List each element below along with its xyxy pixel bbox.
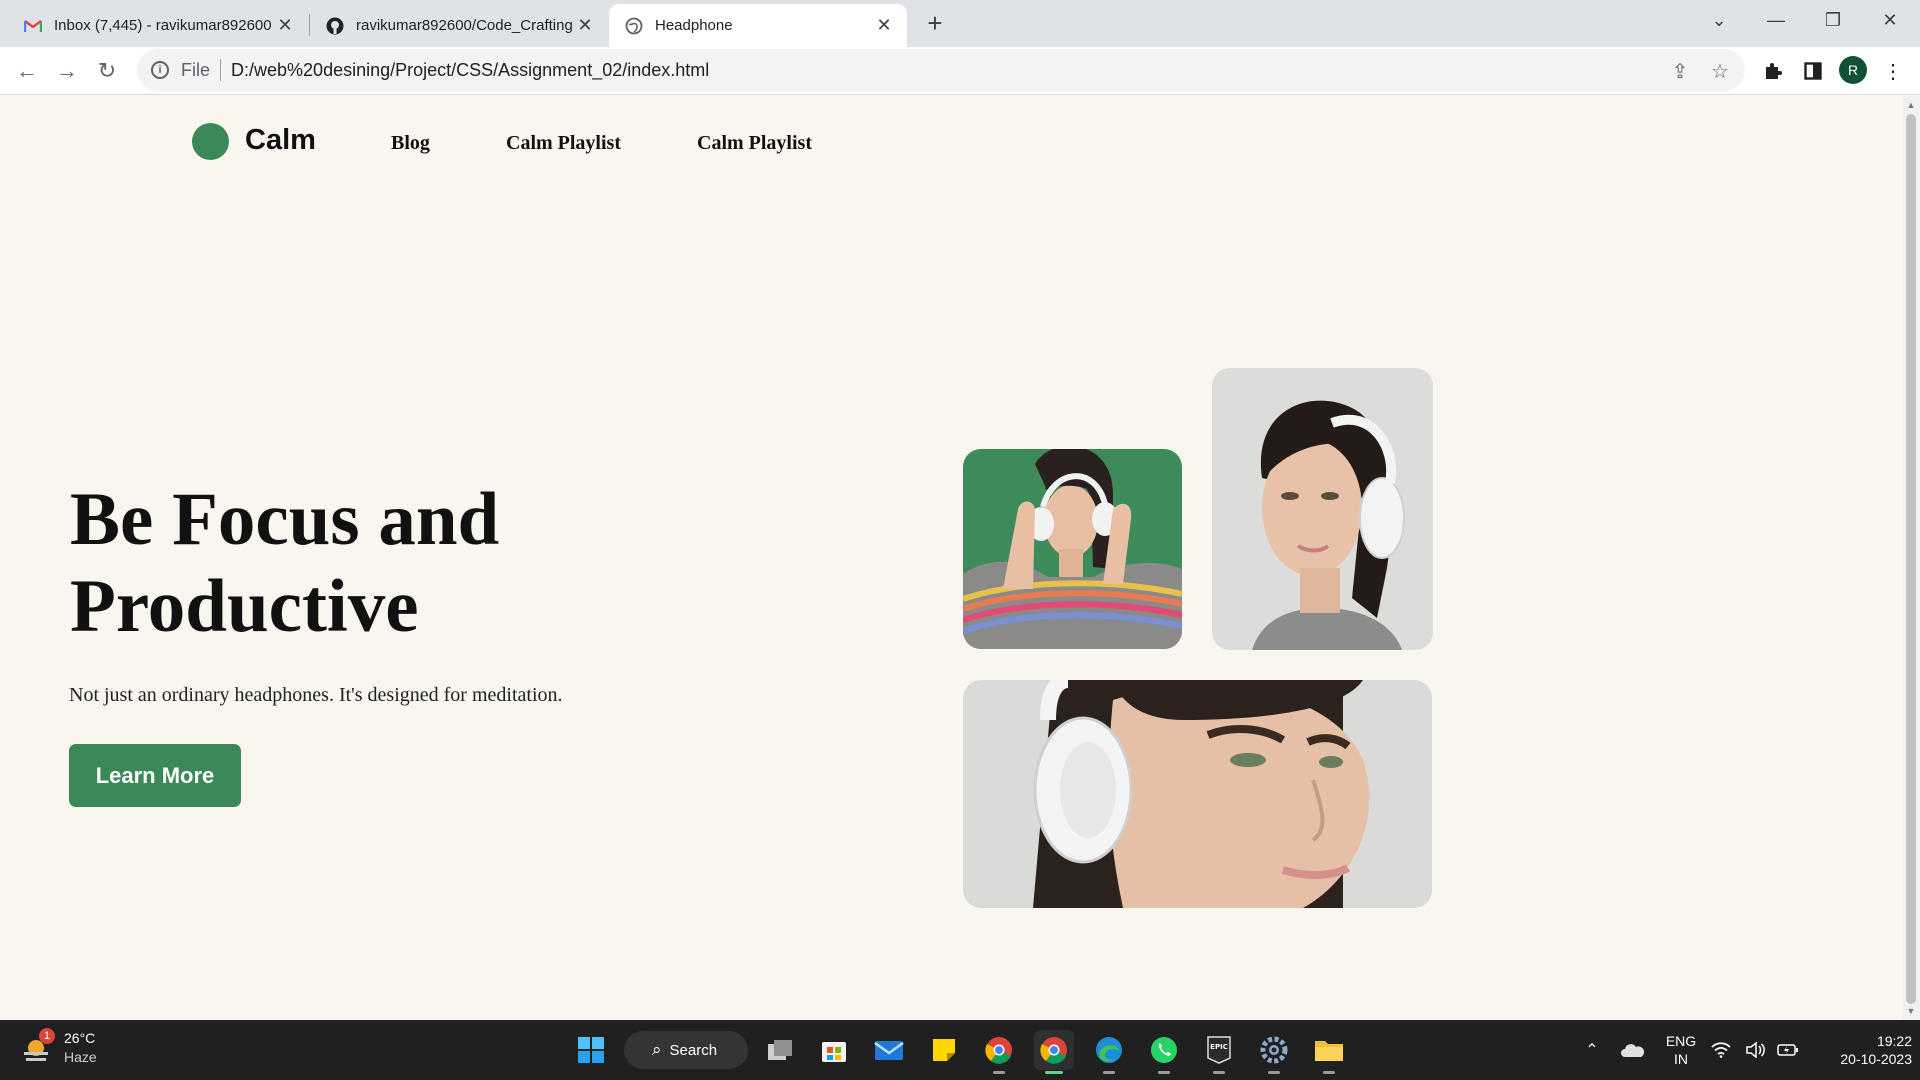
profile-avatar[interactable]: R bbox=[1839, 56, 1867, 84]
microsoft-store-icon[interactable] bbox=[814, 1030, 854, 1070]
headphone-photo-portrait bbox=[1212, 368, 1433, 650]
hero-title-line: Be Focus and bbox=[70, 478, 500, 561]
learn-more-button[interactable]: Learn More bbox=[69, 744, 241, 807]
tab-title: Headphone bbox=[655, 17, 733, 34]
globe-icon bbox=[625, 17, 643, 35]
web-page: Calm Blog Calm Playlist Calm Playlist Be… bbox=[0, 96, 1902, 1020]
nav-link-blog[interactable]: Blog bbox=[391, 132, 430, 155]
tab-strip: Inbox (7,445) - ravikumar892600 ✕ raviku… bbox=[0, 0, 1920, 47]
headphone-photo-closeup bbox=[963, 680, 1432, 908]
running-indicator bbox=[1213, 1071, 1225, 1074]
language-code: ENG bbox=[1665, 1033, 1697, 1049]
whatsapp-icon[interactable] bbox=[1144, 1030, 1184, 1074]
search-label: Search bbox=[669, 1041, 718, 1059]
new-tab-button[interactable]: + bbox=[920, 8, 950, 38]
clock[interactable]: 19:22 20-10-2023 bbox=[1812, 1032, 1912, 1068]
running-indicator bbox=[1158, 1071, 1170, 1074]
side-panel-icon[interactable] bbox=[1797, 55, 1829, 87]
wifi-icon[interactable] bbox=[1708, 1030, 1734, 1070]
running-indicator bbox=[993, 1071, 1005, 1074]
tab-headphone[interactable]: Headphone ✕ bbox=[609, 4, 907, 47]
weather-badge: 1 bbox=[39, 1028, 55, 1044]
active-indicator bbox=[1045, 1071, 1063, 1074]
language-region: IN bbox=[1674, 1051, 1688, 1067]
sticky-notes-icon[interactable] bbox=[924, 1030, 964, 1070]
hero-title-line: Productive bbox=[70, 565, 419, 648]
file-explorer-icon[interactable] bbox=[1309, 1030, 1349, 1074]
svg-text:EPIC: EPIC bbox=[1210, 1043, 1228, 1051]
onedrive-cloud-icon[interactable] bbox=[1612, 1030, 1652, 1070]
settings-gear-icon[interactable] bbox=[1254, 1030, 1294, 1074]
search-icon: ⌕ bbox=[652, 1040, 662, 1059]
weather-temp: 26°C bbox=[64, 1030, 96, 1046]
gmail-icon bbox=[24, 17, 42, 35]
chrome-profile-icon[interactable] bbox=[979, 1030, 1019, 1074]
site-info-icon[interactable]: i bbox=[151, 61, 169, 79]
hero-title: Be Focus and Productive bbox=[70, 476, 750, 650]
address-bar[interactable]: i File D:/web%20desining/Project/CSS/Ass… bbox=[137, 49, 1745, 91]
language-indicator[interactable]: ENG IN bbox=[1663, 1032, 1699, 1068]
tab-search-icon[interactable]: ⌄ bbox=[1691, 0, 1747, 40]
weather-widget[interactable]: 1 26°C Haze bbox=[22, 1028, 142, 1072]
running-indicator bbox=[1268, 1071, 1280, 1074]
share-icon[interactable]: ⇪ bbox=[1667, 58, 1693, 84]
weather-desc: Haze bbox=[64, 1049, 97, 1065]
chrome-active-icon[interactable] bbox=[1034, 1030, 1074, 1074]
tab-title: ravikumar892600/Code_Crafting bbox=[356, 17, 573, 34]
headphone-photo-green bbox=[963, 449, 1182, 649]
github-icon bbox=[326, 17, 344, 35]
restore-button[interactable]: ❐ bbox=[1805, 0, 1861, 40]
url-divider bbox=[220, 59, 222, 81]
windows-start-icon[interactable] bbox=[571, 1030, 611, 1070]
running-indicator bbox=[1323, 1071, 1335, 1074]
logo-text[interactable]: Calm bbox=[245, 124, 316, 157]
bookmark-star-icon[interactable]: ☆ bbox=[1707, 58, 1733, 84]
minimize-button[interactable]: — bbox=[1748, 0, 1804, 40]
running-indicator bbox=[1103, 1071, 1115, 1074]
tab-github[interactable]: ravikumar892600/Code_Crafting ✕ bbox=[310, 4, 608, 47]
mail-icon[interactable] bbox=[869, 1030, 909, 1070]
scroll-up-icon[interactable]: ▲ bbox=[1906, 100, 1916, 110]
volume-icon[interactable] bbox=[1744, 1030, 1768, 1070]
tray-chevron-up-icon[interactable]: ⌃ bbox=[1572, 1030, 1612, 1070]
url-text[interactable]: D:/web%20desining/Project/CSS/Assignment… bbox=[231, 60, 709, 81]
tab-gmail[interactable]: Inbox (7,445) - ravikumar892600 ✕ bbox=[8, 4, 308, 47]
taskbar-search[interactable]: ⌕ Search bbox=[624, 1031, 748, 1069]
url-scheme: File bbox=[181, 59, 211, 80]
close-icon[interactable]: ✕ bbox=[574, 15, 596, 37]
nav-link-calm-playlist[interactable]: Calm Playlist bbox=[506, 132, 621, 155]
hero-subtitle: Not just an ordinary headphones. It's de… bbox=[69, 684, 563, 706]
forward-arrow-icon[interactable]: → bbox=[51, 55, 83, 87]
task-view-icon[interactable] bbox=[760, 1030, 800, 1070]
close-window-button[interactable]: ✕ bbox=[1862, 0, 1918, 40]
reload-icon[interactable]: ↻ bbox=[91, 55, 123, 87]
logo-dot bbox=[192, 123, 229, 160]
battery-charging-icon[interactable] bbox=[1774, 1030, 1802, 1070]
windows-taskbar: 1 26°C Haze ⌕ Search EPIC ⌃ ENG IN 19:22… bbox=[0, 1020, 1920, 1080]
extensions-puzzle-icon[interactable] bbox=[1757, 55, 1789, 87]
scrollbar-thumb[interactable] bbox=[1906, 114, 1916, 1004]
menu-kebab-icon[interactable]: ⋮ bbox=[1877, 55, 1909, 87]
clock-time: 19:22 bbox=[1876, 1033, 1912, 1049]
close-icon[interactable]: ✕ bbox=[274, 15, 296, 37]
tab-title: Inbox (7,445) - ravikumar892600 bbox=[54, 17, 272, 34]
nav-link-calm-playlist-2[interactable]: Calm Playlist bbox=[697, 132, 812, 155]
back-arrow-icon[interactable]: ← bbox=[11, 55, 43, 87]
page-scrollbar[interactable]: ▲ ▼ bbox=[1902, 96, 1920, 1020]
close-icon[interactable]: ✕ bbox=[873, 15, 895, 37]
scroll-down-icon[interactable]: ▼ bbox=[1906, 1006, 1916, 1016]
browser-toolbar: ← → ↻ i File D:/web%20desining/Project/C… bbox=[0, 47, 1920, 95]
epic-games-icon[interactable]: EPIC bbox=[1199, 1030, 1239, 1074]
edge-icon[interactable] bbox=[1089, 1030, 1129, 1074]
clock-date: 20-10-2023 bbox=[1840, 1051, 1912, 1067]
